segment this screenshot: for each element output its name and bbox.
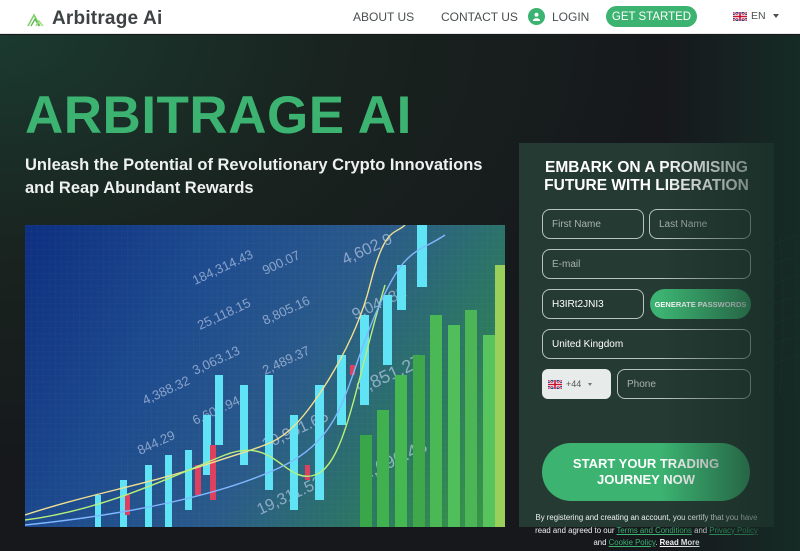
email-input[interactable] <box>542 249 751 279</box>
legal-and: and <box>694 525 708 535</box>
chevron-down-icon <box>588 382 593 386</box>
nav-contact-us[interactable]: CONTACT US <box>441 10 518 24</box>
privacy-policy-link[interactable]: Privacy Policy <box>709 526 758 535</box>
logo-text: Arbitrage Ai <box>52 8 163 29</box>
phone-code-select[interactable]: +44 <box>542 369 611 399</box>
logo[interactable]: Arbitrage Ai <box>27 8 162 30</box>
logo-mountain-icon <box>27 12 44 26</box>
registration-form: EMBARK ON A PROMISING FUTURE WITH LIBERA… <box>519 143 774 547</box>
nav-about-us[interactable]: ABOUT US <box>353 10 414 24</box>
form-title: EMBARK ON A PROMISING FUTURE WITH LIBERA… <box>519 159 774 195</box>
chart-illustration: 184,314.43 900.07 4,602.9 25,118.15 8,80… <box>25 225 505 527</box>
generate-passwords-button[interactable]: GENERATE PASSWORDS <box>650 289 751 319</box>
legal-disclaimer: By registering and creating an account, … <box>529 512 764 550</box>
cookie-policy-link[interactable]: Cookie Policy <box>609 538 656 547</box>
uk-flag-icon <box>548 379 562 389</box>
user-icon <box>528 8 545 25</box>
trading-chart-image: 184,314.43 900.07 4,602.9 25,118.15 8,80… <box>25 225 505 527</box>
country-value: United Kingdom <box>552 338 624 350</box>
first-name-input[interactable] <box>542 209 644 239</box>
language-selector[interactable]: EN <box>733 10 779 22</box>
hero-subtitle: Unleash the Potential of Revolutionary C… <box>25 156 483 197</box>
language-label: EN <box>751 10 766 22</box>
phone-code-value: +44 <box>566 379 582 389</box>
country-select[interactable]: United Kingdom <box>542 329 751 359</box>
form-title-line1: EMBARK ON A PROMISING <box>545 159 748 176</box>
uk-flag-icon <box>733 11 747 21</box>
login-link[interactable]: LOGIN <box>528 8 589 25</box>
submit-line2: JOURNEY NOW <box>596 472 695 487</box>
terms-link[interactable]: Terms and Conditions <box>617 526 692 535</box>
read-more-link[interactable]: Read More <box>660 538 700 547</box>
get-started-button[interactable]: GET STARTED <box>606 6 697 27</box>
hero-title: ARBITRAGE AI <box>25 86 412 145</box>
chevron-down-icon <box>772 14 779 18</box>
submit-line1: START YOUR TRADING <box>572 456 720 471</box>
start-trading-button[interactable]: START YOUR TRADING JOURNEY NOW <box>542 443 750 501</box>
form-title-line2: FUTURE WITH LIBERATION <box>544 177 749 194</box>
hero-section: ARBITRAGE AI Unleash the Potential of Re… <box>0 35 800 551</box>
last-name-input[interactable] <box>649 209 751 239</box>
phone-input[interactable] <box>617 369 751 399</box>
legal-period: . <box>655 538 658 547</box>
password-input[interactable] <box>542 289 644 319</box>
top-navbar: Arbitrage Ai ABOUT US CONTACT US LOGIN G… <box>0 0 800 34</box>
legal-and: and <box>593 538 607 547</box>
login-label: LOGIN <box>552 9 590 24</box>
